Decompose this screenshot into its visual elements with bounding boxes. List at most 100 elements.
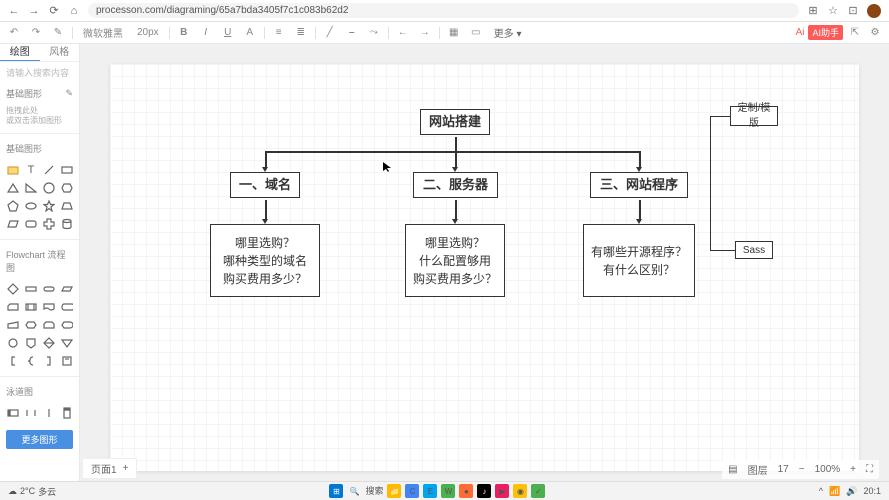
- task-app1[interactable]: 📁: [387, 484, 401, 498]
- extension-icon[interactable]: ⊡: [847, 5, 859, 17]
- node-domain-detail[interactable]: 哪里选购？ 哪种类型的域名 购买费用多少？: [210, 224, 320, 297]
- underline-icon[interactable]: U: [220, 25, 236, 41]
- node-program-detail[interactable]: 有哪些开源程序？ 有什么区别？: [583, 224, 695, 297]
- section-swimlane[interactable]: 泳道图: [0, 381, 79, 402]
- offpage-icon[interactable]: [24, 336, 38, 350]
- bold-icon[interactable]: B: [176, 25, 192, 41]
- task-app4[interactable]: W: [441, 484, 455, 498]
- zoom-in-icon[interactable]: +: [850, 464, 856, 475]
- hexagon-icon[interactable]: [60, 181, 74, 195]
- node-server[interactable]: 二、服务器: [413, 172, 498, 198]
- undo-icon[interactable]: ↶: [6, 25, 22, 41]
- search-label[interactable]: 搜索: [365, 484, 383, 498]
- brush-icon[interactable]: ✎: [50, 25, 66, 41]
- pool-h-icon[interactable]: [6, 406, 20, 420]
- rtriangle-icon[interactable]: [24, 181, 38, 195]
- page-name[interactable]: 页面1: [91, 461, 117, 476]
- pencil-icon[interactable]: ✎: [65, 88, 73, 99]
- line-icon[interactable]: ╱: [322, 25, 338, 41]
- lane-icon[interactable]: [24, 406, 38, 420]
- ai-badge[interactable]: AI助手: [808, 25, 843, 40]
- manualinput-icon[interactable]: [6, 318, 20, 332]
- card-icon[interactable]: [6, 300, 20, 314]
- node-root[interactable]: 网站搭建: [420, 109, 490, 135]
- terminator-icon[interactable]: [42, 282, 56, 296]
- size-select[interactable]: 20px: [133, 27, 163, 38]
- text-icon[interactable]: T: [24, 163, 38, 177]
- line-shape-icon[interactable]: [42, 163, 56, 177]
- data-icon[interactable]: [60, 282, 74, 296]
- tab-shapes[interactable]: 绘图: [0, 44, 40, 61]
- font-color-icon[interactable]: A: [242, 25, 258, 41]
- task-app7[interactable]: ▶: [495, 484, 509, 498]
- star-icon[interactable]: ☆: [827, 5, 839, 17]
- trapezoid-icon[interactable]: [60, 199, 74, 213]
- forward-icon[interactable]: →: [28, 5, 40, 17]
- roundrect-icon[interactable]: [24, 217, 38, 231]
- search-taskbar[interactable]: 🔍: [347, 484, 361, 498]
- add-page-icon[interactable]: +: [123, 463, 129, 474]
- redo-icon[interactable]: ↷: [28, 25, 44, 41]
- volume-icon[interactable]: 🔊: [846, 486, 857, 497]
- image-icon[interactable]: ▭: [468, 25, 484, 41]
- cylinder-icon[interactable]: [60, 217, 74, 231]
- display-icon[interactable]: [60, 318, 74, 332]
- layer-icon[interactable]: ▤: [728, 464, 737, 475]
- ellipse-icon[interactable]: [24, 199, 38, 213]
- node-domain[interactable]: 一、域名: [230, 172, 300, 198]
- node-sass[interactable]: Sass: [735, 241, 773, 259]
- tab-style[interactable]: 风格: [40, 44, 80, 61]
- star-icon[interactable]: [42, 199, 56, 213]
- canvas[interactable]: 网站搭建 一、域名 二、服务器 三、网站程序 哪里选: [80, 44, 889, 481]
- zoom-out-icon[interactable]: −: [799, 464, 805, 475]
- note-icon[interactable]: [60, 354, 74, 368]
- pool-v-icon[interactable]: [60, 406, 74, 420]
- subprocess-icon[interactable]: [24, 300, 38, 314]
- process-icon[interactable]: [24, 282, 38, 296]
- avatar[interactable]: [867, 4, 881, 18]
- loop-icon[interactable]: [42, 318, 56, 332]
- start-icon[interactable]: ⊞: [329, 484, 343, 498]
- zoom-level[interactable]: 100%: [815, 464, 841, 475]
- arrow-end-icon[interactable]: →: [417, 25, 433, 41]
- url-bar[interactable]: processon.com/diagraming/65a7bda3405f7c1…: [88, 3, 799, 18]
- node-server-detail[interactable]: 哪里选购？ 什么配置够用 购买费用多少？: [405, 224, 505, 297]
- pentagon-icon[interactable]: [6, 199, 20, 213]
- weather[interactable]: ☁2°C多云: [8, 485, 56, 498]
- sort-icon[interactable]: [42, 336, 56, 350]
- font-select[interactable]: 微软雅黑: [79, 25, 127, 40]
- search-input[interactable]: 请输入搜索内容: [0, 62, 79, 83]
- fill-icon[interactable]: ▦: [446, 25, 462, 41]
- diamond-icon[interactable]: [6, 282, 20, 296]
- node-program[interactable]: 三、网站程序: [590, 172, 688, 198]
- brace-icon[interactable]: [24, 354, 38, 368]
- document-icon[interactable]: [42, 300, 56, 314]
- circle-icon[interactable]: [42, 181, 56, 195]
- connector-circle-icon[interactable]: [6, 336, 20, 350]
- task-app6[interactable]: ♪: [477, 484, 491, 498]
- italic-icon[interactable]: I: [198, 25, 214, 41]
- back-icon[interactable]: ←: [8, 5, 20, 17]
- preparation-icon[interactable]: [24, 318, 38, 332]
- storeddata-icon[interactable]: [60, 300, 74, 314]
- folder-icon[interactable]: [6, 163, 20, 177]
- section-flowchart[interactable]: Flowchart 流程图: [0, 244, 79, 278]
- clock[interactable]: 20:1: [863, 486, 881, 496]
- share-icon[interactable]: ⇱: [847, 25, 863, 41]
- bracket-right-icon[interactable]: [42, 354, 56, 368]
- line-style-icon[interactable]: ⎯: [344, 25, 360, 41]
- install-icon[interactable]: ⊞: [807, 5, 819, 17]
- task-app2[interactable]: C: [405, 484, 419, 498]
- cross-icon[interactable]: [42, 217, 56, 231]
- task-app9[interactable]: ✓: [531, 484, 545, 498]
- fullscreen-icon[interactable]: ⛶: [866, 464, 873, 475]
- align-icon[interactable]: ≡: [271, 25, 287, 41]
- tray-icon[interactable]: ^: [819, 486, 823, 496]
- parallelogram-icon[interactable]: [6, 217, 20, 231]
- page-tabs[interactable]: 页面1 +: [82, 458, 137, 479]
- more-shapes-button[interactable]: 更多图形: [6, 430, 73, 449]
- task-app8[interactable]: ◉: [513, 484, 527, 498]
- settings-icon[interactable]: ⚙: [867, 25, 883, 41]
- paper[interactable]: 网站搭建 一、域名 二、服务器 三、网站程序 哪里选: [110, 64, 859, 471]
- triangle-icon[interactable]: [6, 181, 20, 195]
